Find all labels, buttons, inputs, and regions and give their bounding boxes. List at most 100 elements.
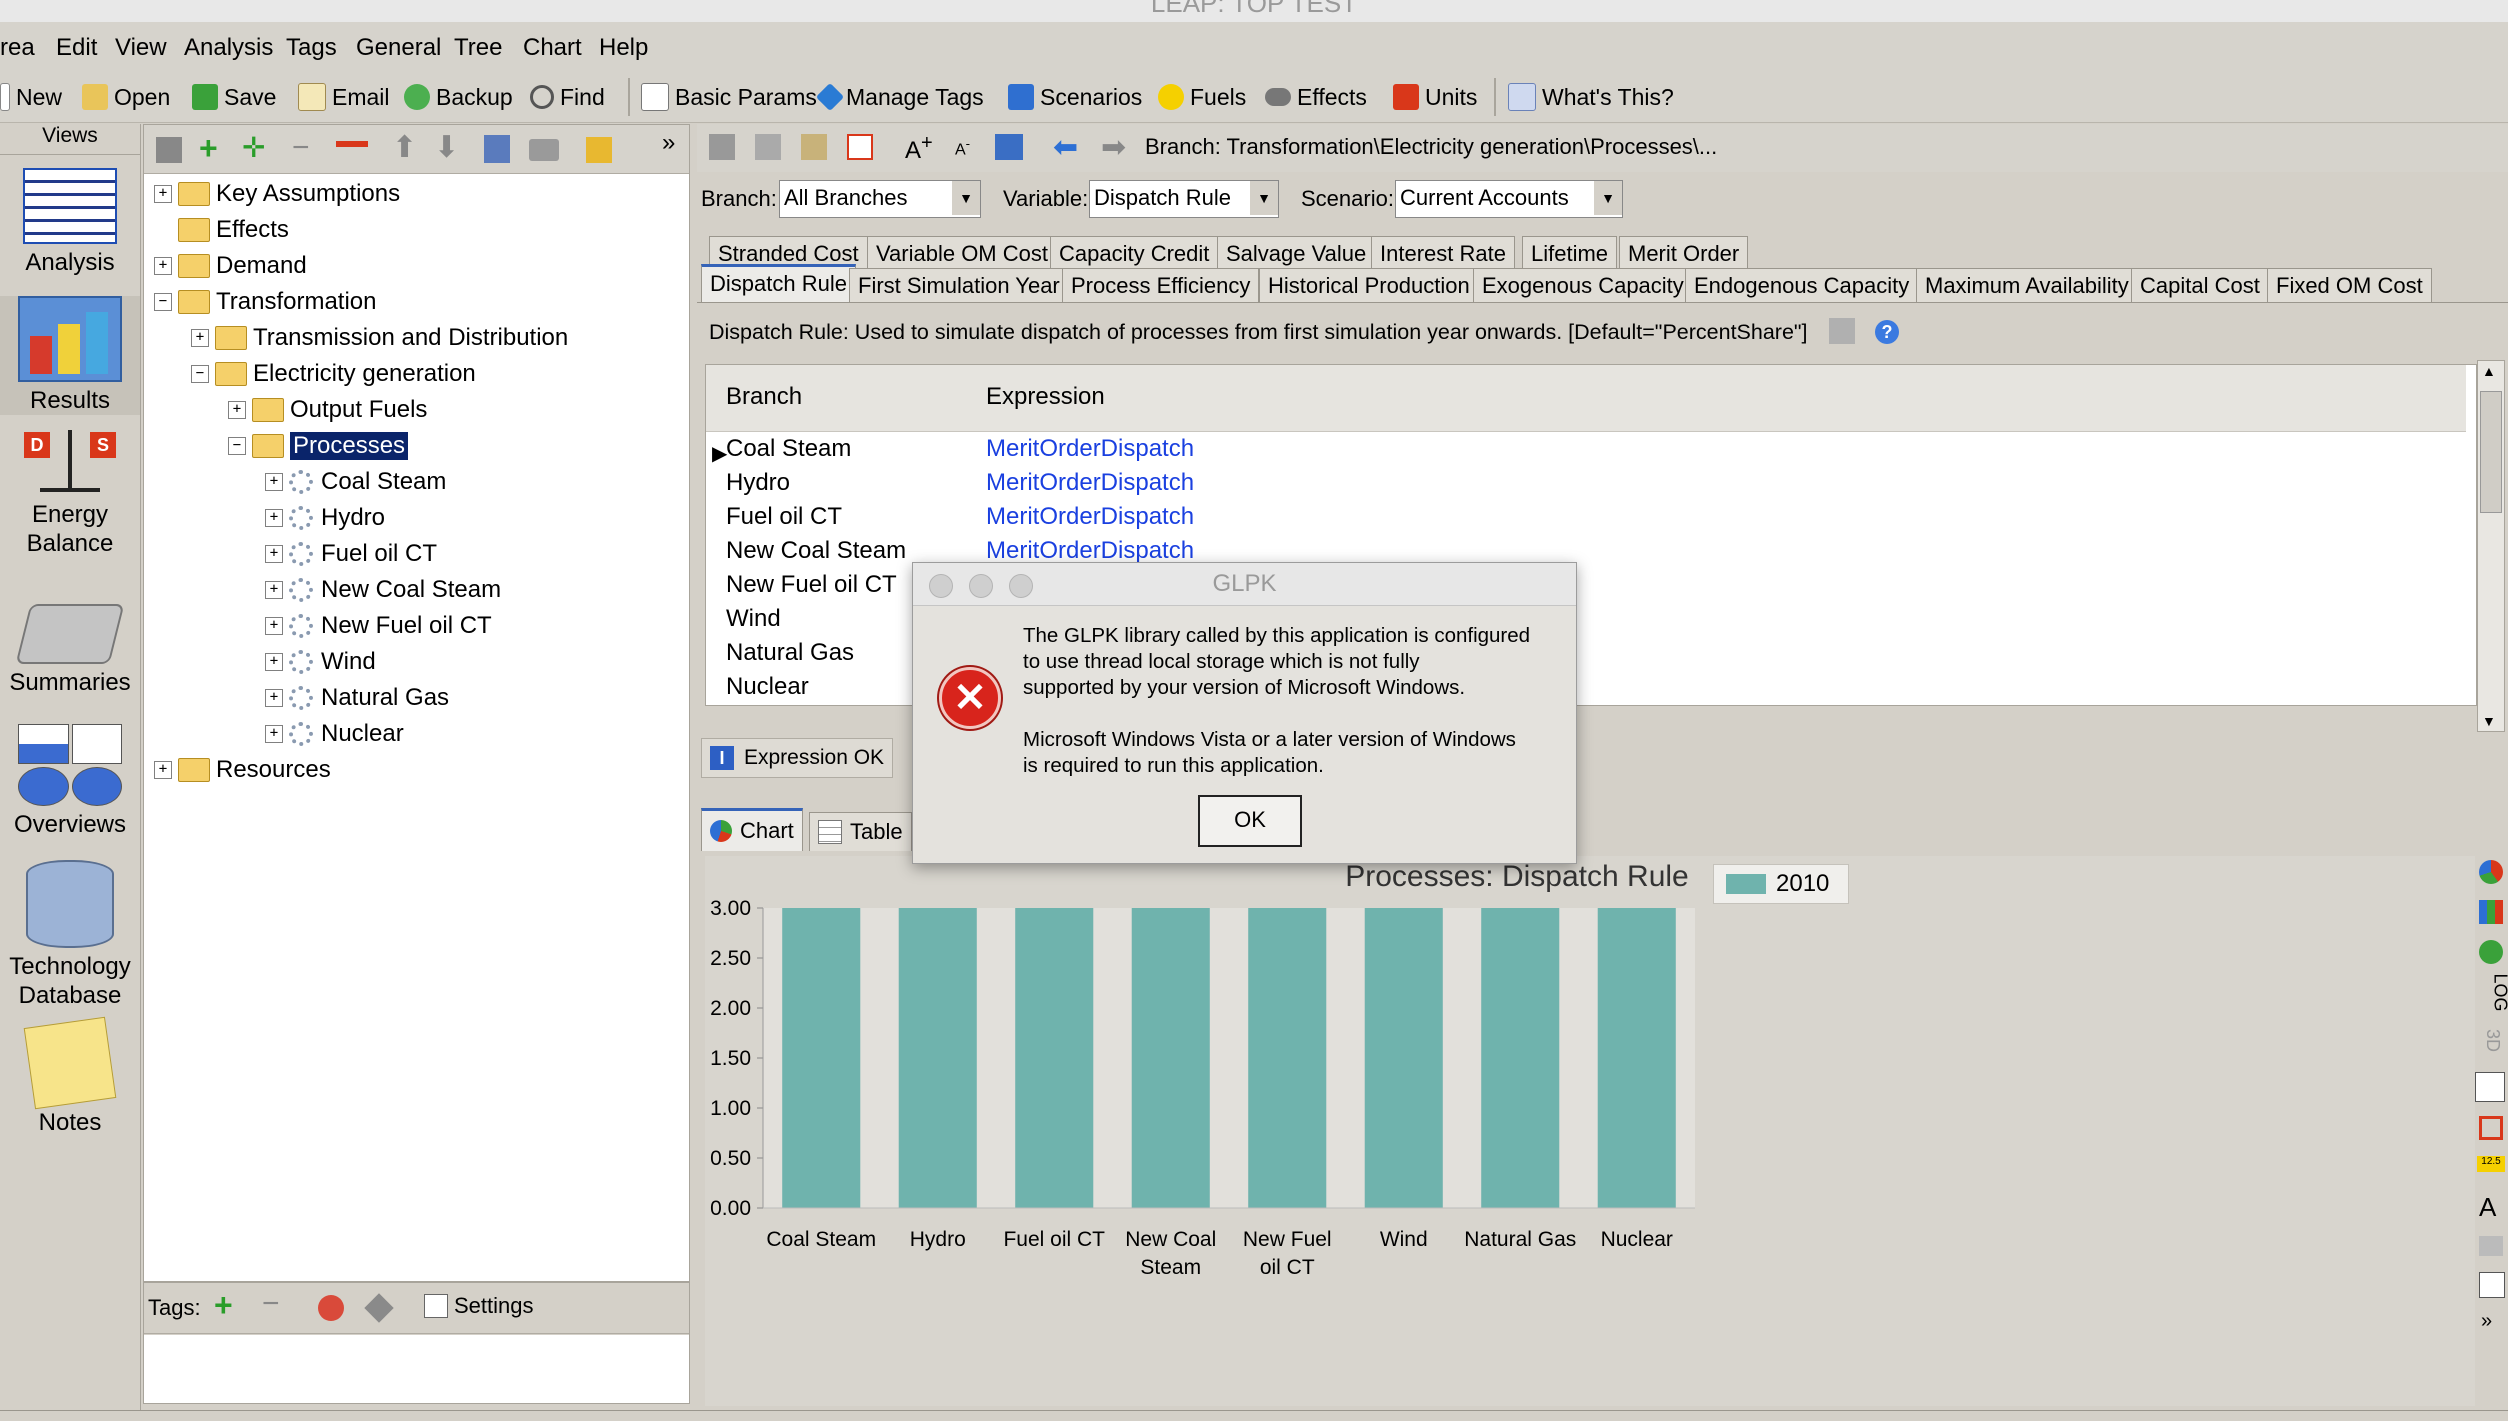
tab-interest-rate[interactable]: Interest Rate [1371, 236, 1515, 271]
tab-table[interactable]: Table [809, 812, 912, 851]
list-icon[interactable] [2475, 1072, 2505, 1102]
tree-node-effects[interactable]: Effects [154, 213, 289, 247]
tab-dispatch-rule[interactable]: Dispatch Rule [701, 264, 856, 303]
grid-branch-cell[interactable]: Wind [726, 605, 781, 633]
bar[interactable] [1364, 908, 1443, 1208]
tab-merit-order[interactable]: Merit Order [1619, 236, 1749, 271]
effects-button[interactable]: Effects [1265, 82, 1367, 112]
tree-node-key-assumptions[interactable]: + Key Assumptions [154, 177, 400, 211]
tab-process-efficiency[interactable]: Process Efficiency [1062, 268, 1260, 303]
number-format-icon[interactable]: 12.5 [2477, 1156, 2505, 1172]
tab-endogenous-capacity[interactable]: Endogenous Capacity [1685, 268, 1919, 303]
copy-chart-icon[interactable] [2479, 1272, 2505, 1298]
open-button[interactable]: Open [82, 82, 170, 112]
menu-general[interactable]: General [356, 34, 441, 62]
bar[interactable] [1248, 908, 1327, 1208]
folder-icon[interactable] [529, 139, 559, 161]
expand-icon[interactable]: + [154, 257, 172, 275]
tab-capital-cost[interactable]: Capital Cost [2131, 268, 2269, 303]
tree-node-process[interactable]: + Wind [265, 645, 376, 679]
tree-node-demand[interactable]: + Demand [154, 249, 307, 283]
tag-color-icon[interactable] [318, 1295, 344, 1321]
help-icon[interactable]: ? [1875, 320, 1899, 344]
menu-tree[interactable]: Tree [454, 34, 502, 62]
chevron-down-icon[interactable]: ▼ [952, 181, 980, 215]
find-button[interactable]: Find [530, 82, 605, 112]
tags-list[interactable] [144, 1335, 689, 1403]
expand-icon[interactable]: + [265, 581, 283, 599]
tree-node-process[interactable]: + New Coal Steam [265, 573, 501, 607]
units-button[interactable]: Units [1393, 82, 1477, 112]
add-branch-icon[interactable]: + [199, 132, 218, 164]
tab-capacity-credit[interactable]: Capacity Credit [1050, 236, 1219, 271]
expand-icon[interactable]: + [265, 689, 283, 707]
forward-arrow-icon[interactable]: ➡ [1101, 130, 1126, 165]
ok-button[interactable]: OK [1198, 795, 1302, 847]
backup-button[interactable]: Backup [404, 82, 513, 112]
view-summaries[interactable]: Summaries [0, 604, 140, 697]
bar-chart-icon[interactable] [2479, 900, 2503, 924]
move-down-icon[interactable]: ⬇ [434, 133, 459, 163]
tab-variable-om-cost[interactable]: Variable OM Cost [867, 236, 1057, 271]
chevron-down-icon[interactable]: ▼ [1594, 181, 1622, 215]
expand-icon[interactable]: + [265, 545, 283, 563]
tab-first-simulation-year[interactable]: First Simulation Year [849, 268, 1069, 303]
expand-icon[interactable]: + [265, 725, 283, 743]
grid-scrollbar[interactable]: ▲ ▼ [2477, 360, 2505, 732]
basic-params-button[interactable]: Basic Params [641, 82, 817, 112]
grid-branch-cell[interactable]: New Fuel oil CT [726, 571, 897, 599]
tree-node-transformation[interactable]: − Transformation [154, 285, 377, 319]
gridlines-icon[interactable] [2479, 1116, 2503, 1140]
expand-icon[interactable]: + [191, 329, 209, 347]
view-technology-database[interactable]: Technology Database [0, 860, 140, 1010]
minimize-window-icon[interactable] [969, 574, 993, 598]
scroll-up-icon[interactable]: ▲ [2482, 363, 2496, 379]
tree-node-transmission[interactable]: + Transmission and Distribution [191, 321, 568, 355]
tab-fixed-om-cost[interactable]: Fixed OM Cost [2267, 268, 2432, 303]
bar[interactable] [1597, 908, 1676, 1208]
3d-icon[interactable]: 3D [2482, 1029, 2503, 1052]
expand-icon[interactable]: + [228, 401, 246, 419]
expand-icon[interactable]: + [265, 473, 283, 491]
grid-branch-cell[interactable]: Hydro [726, 469, 790, 497]
branch-select[interactable]: All Branches ▼ [779, 180, 981, 218]
expand-icon[interactable]: + [265, 509, 283, 527]
print-icon[interactable] [2479, 1236, 2503, 1256]
add-tag-icon[interactable]: + [214, 1287, 233, 1324]
tag-settings-button[interactable]: Settings [424, 1293, 534, 1319]
view-overviews[interactable]: Overviews [0, 724, 140, 839]
chevron-more-icon[interactable]: » [2481, 1310, 2492, 1333]
lock-icon[interactable] [586, 137, 612, 163]
tree-node-electricity-generation[interactable]: − Electricity generation [191, 357, 476, 391]
view-notes[interactable]: Notes [0, 1016, 140, 1137]
area-chart-icon[interactable] [2479, 940, 2503, 964]
view-energy-balance[interactable]: D S Energy Balance [0, 426, 140, 558]
expand-icon[interactable]: + [154, 185, 172, 203]
bar[interactable] [1131, 908, 1210, 1208]
tab-historical-production[interactable]: Historical Production [1259, 268, 1479, 303]
chevron-down-icon[interactable]: ▼ [1250, 181, 1278, 215]
bar[interactable] [898, 908, 977, 1208]
close-window-icon[interactable] [929, 574, 953, 598]
tag-icon[interactable] [364, 1293, 394, 1323]
collapse-icon[interactable]: − [228, 437, 246, 455]
font-smaller-icon[interactable]: A- [955, 136, 970, 159]
add-multiple-icon[interactable]: ✛ [242, 133, 265, 163]
pie-chart-icon[interactable] [2479, 860, 2503, 884]
grid-branch-cell[interactable]: Coal Steam [726, 435, 851, 463]
tab-chart[interactable]: Chart [701, 808, 803, 851]
collapse-icon[interactable]: − [154, 293, 172, 311]
delete-all-icon[interactable] [336, 141, 368, 147]
menu-area[interactable]: rea [0, 34, 35, 62]
scroll-down-icon[interactable]: ▼ [2482, 713, 2496, 729]
save-button[interactable]: Save [192, 82, 276, 112]
remove-tag-icon[interactable]: − [262, 1287, 280, 1321]
menu-view[interactable]: View [115, 34, 167, 62]
whats-this-button[interactable]: What's This? [1508, 82, 1674, 112]
cut-icon[interactable] [709, 134, 735, 160]
grid-branch-cell[interactable]: Nuclear [726, 673, 809, 701]
scenarios-button[interactable]: Scenarios [1008, 82, 1142, 112]
variable-select[interactable]: Dispatch Rule ▼ [1089, 180, 1279, 218]
expand-icon[interactable]: + [154, 761, 172, 779]
grid-branch-cell[interactable]: New Coal Steam [726, 537, 906, 565]
